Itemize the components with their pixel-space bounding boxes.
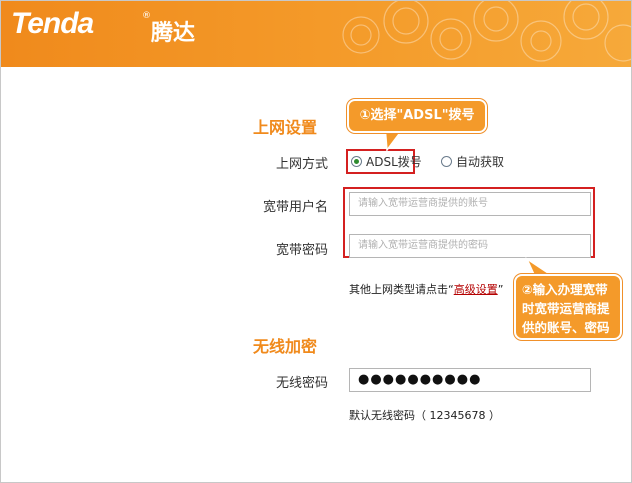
header-decoration bbox=[342, 1, 631, 62]
registered-mark: ® bbox=[142, 11, 151, 21]
radio-adsl[interactable]: ADSL拨号 bbox=[351, 153, 422, 170]
advanced-settings-link[interactable]: 高级设置 bbox=[454, 283, 498, 296]
radio-auto[interactable]: 自动获取 bbox=[441, 153, 504, 170]
other-connection-suffix: ” bbox=[497, 283, 504, 296]
callout-step2-line3: 供的账号、密码 bbox=[522, 320, 610, 335]
broadband-password-label: 宽带密码 bbox=[275, 243, 328, 258]
callout-step2-line1: ②输入办理宽带 bbox=[522, 282, 608, 297]
tenda-logo-cn: 腾达 bbox=[151, 21, 196, 46]
default-wireless-password-hint: 默认无线密码（ 12345678 ） bbox=[349, 409, 500, 422]
header-bar: Tenda ® 腾达 bbox=[1, 1, 631, 67]
broadband-username-input[interactable]: 请输入宽带运营商提供的账号 bbox=[349, 192, 591, 216]
router-setup-page: Tenda ® 腾达 上网设置 上网方式 ADSL拨号 自动获取 宽带用户名 请… bbox=[0, 0, 632, 483]
broadband-password-input[interactable]: 请输入宽带运营商提供的密码 bbox=[349, 234, 591, 258]
radio-auto-label: 自动获取 bbox=[456, 155, 505, 169]
wireless-encryption-title: 无线加密 bbox=[253, 337, 318, 356]
wireless-password-label: 无线密码 bbox=[275, 376, 328, 391]
connection-mode-label: 上网方式 bbox=[275, 157, 328, 172]
radio-adsl-indicator[interactable] bbox=[351, 156, 362, 167]
wireless-password-input[interactable]: ●●●●●●●●●● bbox=[349, 368, 591, 392]
other-connection-hint: 其他上网类型请点击“高级设置” bbox=[349, 281, 503, 297]
radio-auto-indicator[interactable] bbox=[441, 156, 452, 167]
tenda-logo: Tenda bbox=[11, 7, 94, 40]
broadband-username-label: 宽带用户名 bbox=[262, 200, 328, 215]
other-connection-prefix: 其他上网类型请点击“ bbox=[349, 283, 454, 296]
internet-settings-title: 上网设置 bbox=[253, 118, 318, 137]
callout-step2-line2: 时宽带运营商提 bbox=[522, 301, 610, 316]
callout-step2: ②输入办理宽带 时宽带运营商提 供的账号、密码 bbox=[514, 274, 622, 340]
radio-adsl-label: ADSL拨号 bbox=[366, 155, 422, 169]
callout-step1: ①选择"ADSL"拨号 bbox=[347, 99, 487, 133]
